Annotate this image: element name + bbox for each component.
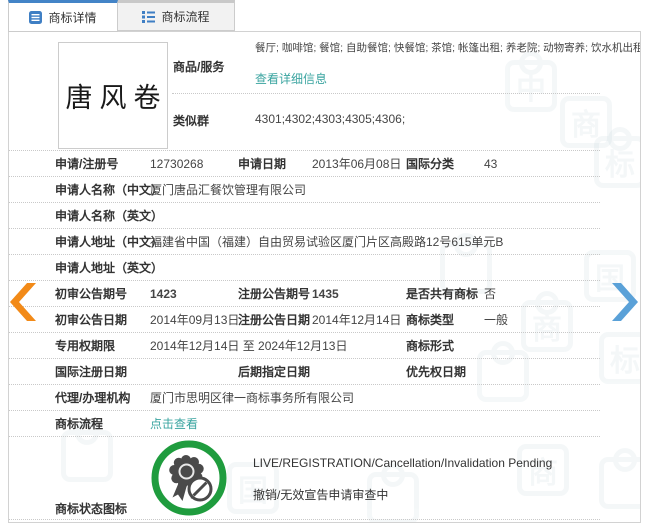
table-row: 初审公告期号 1423 注册公告期号 1435 是否共有商标 否 (9, 281, 600, 307)
field-value: 否 (484, 285, 600, 302)
field-value: 厦门唐品汇餐饮管理有限公司 (150, 181, 600, 198)
field-label: 专用权期限 (55, 337, 150, 354)
field-label: 优先权日期 (406, 363, 484, 380)
status-text-en: LIVE/REGISTRATION/Cancellation/Invalidat… (253, 456, 552, 470)
field-value: 2014年12月14日 (312, 311, 406, 328)
field-label: 初审公告日期 (55, 311, 150, 328)
table-row: 申请人地址（英文） (9, 255, 600, 281)
divider (172, 93, 600, 94)
view-details-link[interactable]: 查看详细信息 (255, 70, 327, 87)
field-label: 国际分类 (406, 155, 484, 172)
table-row: 申请人名称（英文） (9, 203, 600, 229)
field-label: 是否共有商标 (406, 285, 484, 302)
table-row: 国际注册日期 后期指定日期 优先权日期 (9, 359, 600, 385)
table-row: 代理/办理机构 厦门市思明区律一商标事务所有限公司 (9, 385, 600, 411)
previous-arrow-button[interactable] (10, 283, 38, 321)
table-row: 申请人名称（中文） 厦门唐品汇餐饮管理有限公司 (9, 177, 600, 203)
trademark-detail-panel: 中 商 标 国 商 标 国 商 唐风卷 商品/服务 餐厅; 咖啡馆; 餐馆; 自… (8, 31, 641, 523)
trademark-status-row: 商标状态图标 (9, 436, 600, 520)
tab-trademark-detail[interactable]: 商标详情 (8, 0, 118, 32)
field-label: 初审公告期号 (55, 285, 150, 302)
table-row: 商标流程 点击查看 (9, 411, 600, 437)
field-label: 申请人名称（英文） (55, 207, 150, 224)
field-label: 申请日期 (238, 155, 312, 172)
click-to-view-link[interactable]: 点击查看 (150, 415, 600, 432)
tab-bar: 商标详情 商标流程 (0, 0, 650, 31)
field-value: 2013年06月08日 (312, 155, 406, 172)
field-label: 申请人地址（中文） (55, 233, 150, 250)
medal-prohibition-status-icon (150, 439, 228, 517)
field-value: 12730268 (150, 157, 238, 171)
trademark-name: 唐风卷 (59, 76, 168, 115)
list-bullets-icon (142, 10, 155, 23)
status-text-zh: 撤销/无效宣告申请审查中 (253, 486, 388, 503)
table-row: 初审公告日期 2014年09月13日 注册公告日期 2014年12月14日 商标… (9, 307, 600, 333)
goods-services-value: 餐厅; 咖啡馆; 餐馆; 自助餐馆; 快餐馆; 茶馆; 帐篷出租; 养老院; 动… (255, 40, 640, 55)
tab-trademark-flow-label: 商标流程 (161, 8, 209, 25)
field-value: 一般 (484, 311, 600, 328)
trademark-detail-page: 商标详情 商标流程 中 商 标 国 商 标 国 商 (0, 0, 650, 524)
similar-group-label: 类似群 (173, 112, 209, 129)
field-label: 商标类型 (406, 311, 484, 328)
field-label: 申请人地址（英文） (55, 259, 150, 276)
goods-services-label: 商品/服务 (173, 58, 224, 75)
next-arrow-button[interactable] (610, 283, 638, 321)
detail-table: 申请/注册号 12730268 申请日期 2013年06月08日 国际分类 43… (9, 150, 600, 437)
field-label: 注册公告日期 (238, 311, 312, 328)
table-row: 申请人地址（中文） 福建省中国（福建）自由贸易试验区厦门片区高殿路12号615单… (9, 229, 600, 255)
status-icon-label: 商标状态图标 (55, 500, 127, 517)
field-label: 申请/注册号 (55, 155, 150, 172)
field-label: 商标形式 (406, 337, 484, 354)
field-value: 1435 (312, 287, 406, 301)
field-value: 福建省中国（福建）自由贸易试验区厦门片区高殿路12号615单元B (150, 233, 600, 250)
field-value: 2014年12月14日 至 2024年12月13日 (150, 337, 406, 354)
field-value: 2014年09月13日 (150, 311, 238, 328)
table-row: 申请/注册号 12730268 申请日期 2013年06月08日 国际分类 43 (9, 151, 600, 177)
tab-trademark-detail-label: 商标详情 (48, 9, 96, 26)
field-label: 代理/办理机构 (55, 389, 150, 406)
field-value: 43 (484, 157, 600, 171)
field-value: 1423 (150, 287, 238, 301)
field-label: 注册公告期号 (238, 285, 312, 302)
field-label: 后期指定日期 (238, 363, 312, 380)
document-list-icon (29, 11, 42, 24)
tab-trademark-flow[interactable]: 商标流程 (118, 0, 235, 31)
field-label: 商标流程 (55, 415, 150, 432)
table-row: 专用权期限 2014年12月14日 至 2024年12月13日 商标形式 (9, 333, 600, 359)
field-label: 国际注册日期 (55, 363, 150, 380)
trademark-image: 唐风卷 (58, 42, 168, 149)
field-label: 申请人名称（中文） (55, 181, 150, 198)
similar-group-value: 4301;4302;4303;4305;4306; (255, 112, 405, 126)
field-value: 厦门市思明区律一商标事务所有限公司 (150, 389, 600, 406)
